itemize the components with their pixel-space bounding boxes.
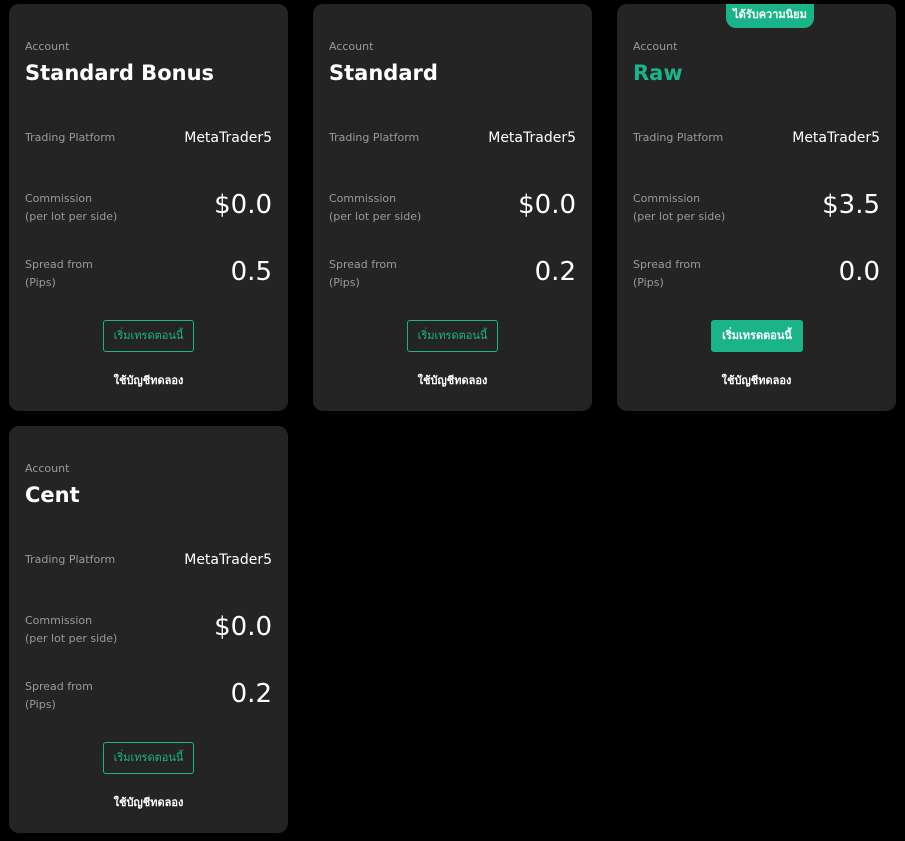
spread-value: 0.5 — [230, 257, 272, 287]
platform-label: Trading Platform — [25, 131, 116, 144]
account-label: Account — [633, 40, 678, 53]
commission-label-note: (per lot per side) — [329, 210, 422, 223]
start-trading-button[interactable]: เริ่มเทรดตอนนี้ — [407, 320, 498, 352]
spread-label-note: (Pips) — [329, 276, 360, 289]
account-label: Account — [25, 462, 70, 475]
platform-label: Trading Platform — [329, 131, 420, 144]
demo-account-link[interactable]: ใช้บัญชีทดลอง — [9, 793, 288, 811]
account-label: Account — [329, 40, 374, 53]
account-name: Standard — [329, 61, 438, 85]
popular-badge: ได้รับความนิยม — [726, 4, 814, 28]
start-trading-button[interactable]: เริ่มเทรดตอนนี้ — [711, 320, 803, 352]
commission-label: Commission (per lot per side) — [633, 190, 725, 226]
account-label: Account — [25, 40, 70, 53]
commission-label-title: Commission — [329, 192, 397, 205]
commission-value: $0.0 — [518, 190, 576, 220]
spread-label: Spread from (Pips) — [633, 256, 701, 292]
account-cards-grid: Account Standard Bonus Trading Platform … — [0, 0, 905, 841]
commission-label: Commission (per lot per side) — [329, 190, 421, 226]
spread-label-title: Spread from — [633, 258, 701, 271]
platform-label: Trading Platform — [633, 131, 724, 144]
spread-label-title: Spread from — [329, 258, 397, 271]
commission-label-note: (per lot per side) — [25, 210, 118, 223]
spread-label: Spread from (Pips) — [329, 256, 397, 292]
commission-label: Commission (per lot per side) — [25, 190, 117, 226]
spread-label: Spread from (Pips) — [25, 256, 93, 292]
account-name: Raw — [633, 61, 683, 85]
spread-label-title: Spread from — [25, 258, 93, 271]
demo-account-link[interactable]: ใช้บัญชีทดลอง — [9, 371, 288, 389]
spread-label-note: (Pips) — [25, 276, 56, 289]
account-card-standard: Account Standard Trading Platform MetaTr… — [313, 4, 592, 411]
commission-label-title: Commission — [633, 192, 701, 205]
account-card-standard-bonus: Account Standard Bonus Trading Platform … — [9, 4, 288, 411]
platform-value: MetaTrader5 — [184, 552, 272, 568]
demo-account-link[interactable]: ใช้บัญชีทดลอง — [313, 371, 592, 389]
commission-label-note: (per lot per side) — [633, 210, 726, 223]
start-trading-button[interactable]: เริ่มเทรดตอนนี้ — [103, 320, 194, 352]
spread-value: 0.2 — [534, 257, 576, 287]
account-name: Cent — [25, 483, 80, 507]
commission-label-title: Commission — [25, 614, 93, 627]
commission-label-title: Commission — [25, 192, 93, 205]
commission-label-note: (per lot per side) — [25, 632, 118, 645]
platform-value: MetaTrader5 — [792, 130, 880, 146]
platform-value: MetaTrader5 — [184, 130, 272, 146]
spread-label-note: (Pips) — [633, 276, 664, 289]
commission-value: $0.0 — [214, 612, 272, 642]
account-card-cent: Account Cent Trading Platform MetaTrader… — [9, 426, 288, 833]
start-trading-button[interactable]: เริ่มเทรดตอนนี้ — [103, 742, 194, 774]
spread-value: 0.2 — [230, 679, 272, 709]
platform-label: Trading Platform — [25, 553, 116, 566]
demo-account-link[interactable]: ใช้บัญชีทดลอง — [617, 371, 896, 389]
spread-label: Spread from (Pips) — [25, 678, 93, 714]
account-name: Standard Bonus — [25, 61, 215, 85]
commission-value: $0.0 — [214, 190, 272, 220]
spread-label-title: Spread from — [25, 680, 93, 693]
spread-value: 0.0 — [838, 257, 880, 287]
commission-value: $3.5 — [822, 190, 880, 220]
spread-label-note: (Pips) — [25, 698, 56, 711]
platform-value: MetaTrader5 — [488, 130, 576, 146]
commission-label: Commission (per lot per side) — [25, 612, 117, 648]
account-card-raw: ได้รับความนิยม Account Raw Trading Platf… — [617, 4, 896, 411]
